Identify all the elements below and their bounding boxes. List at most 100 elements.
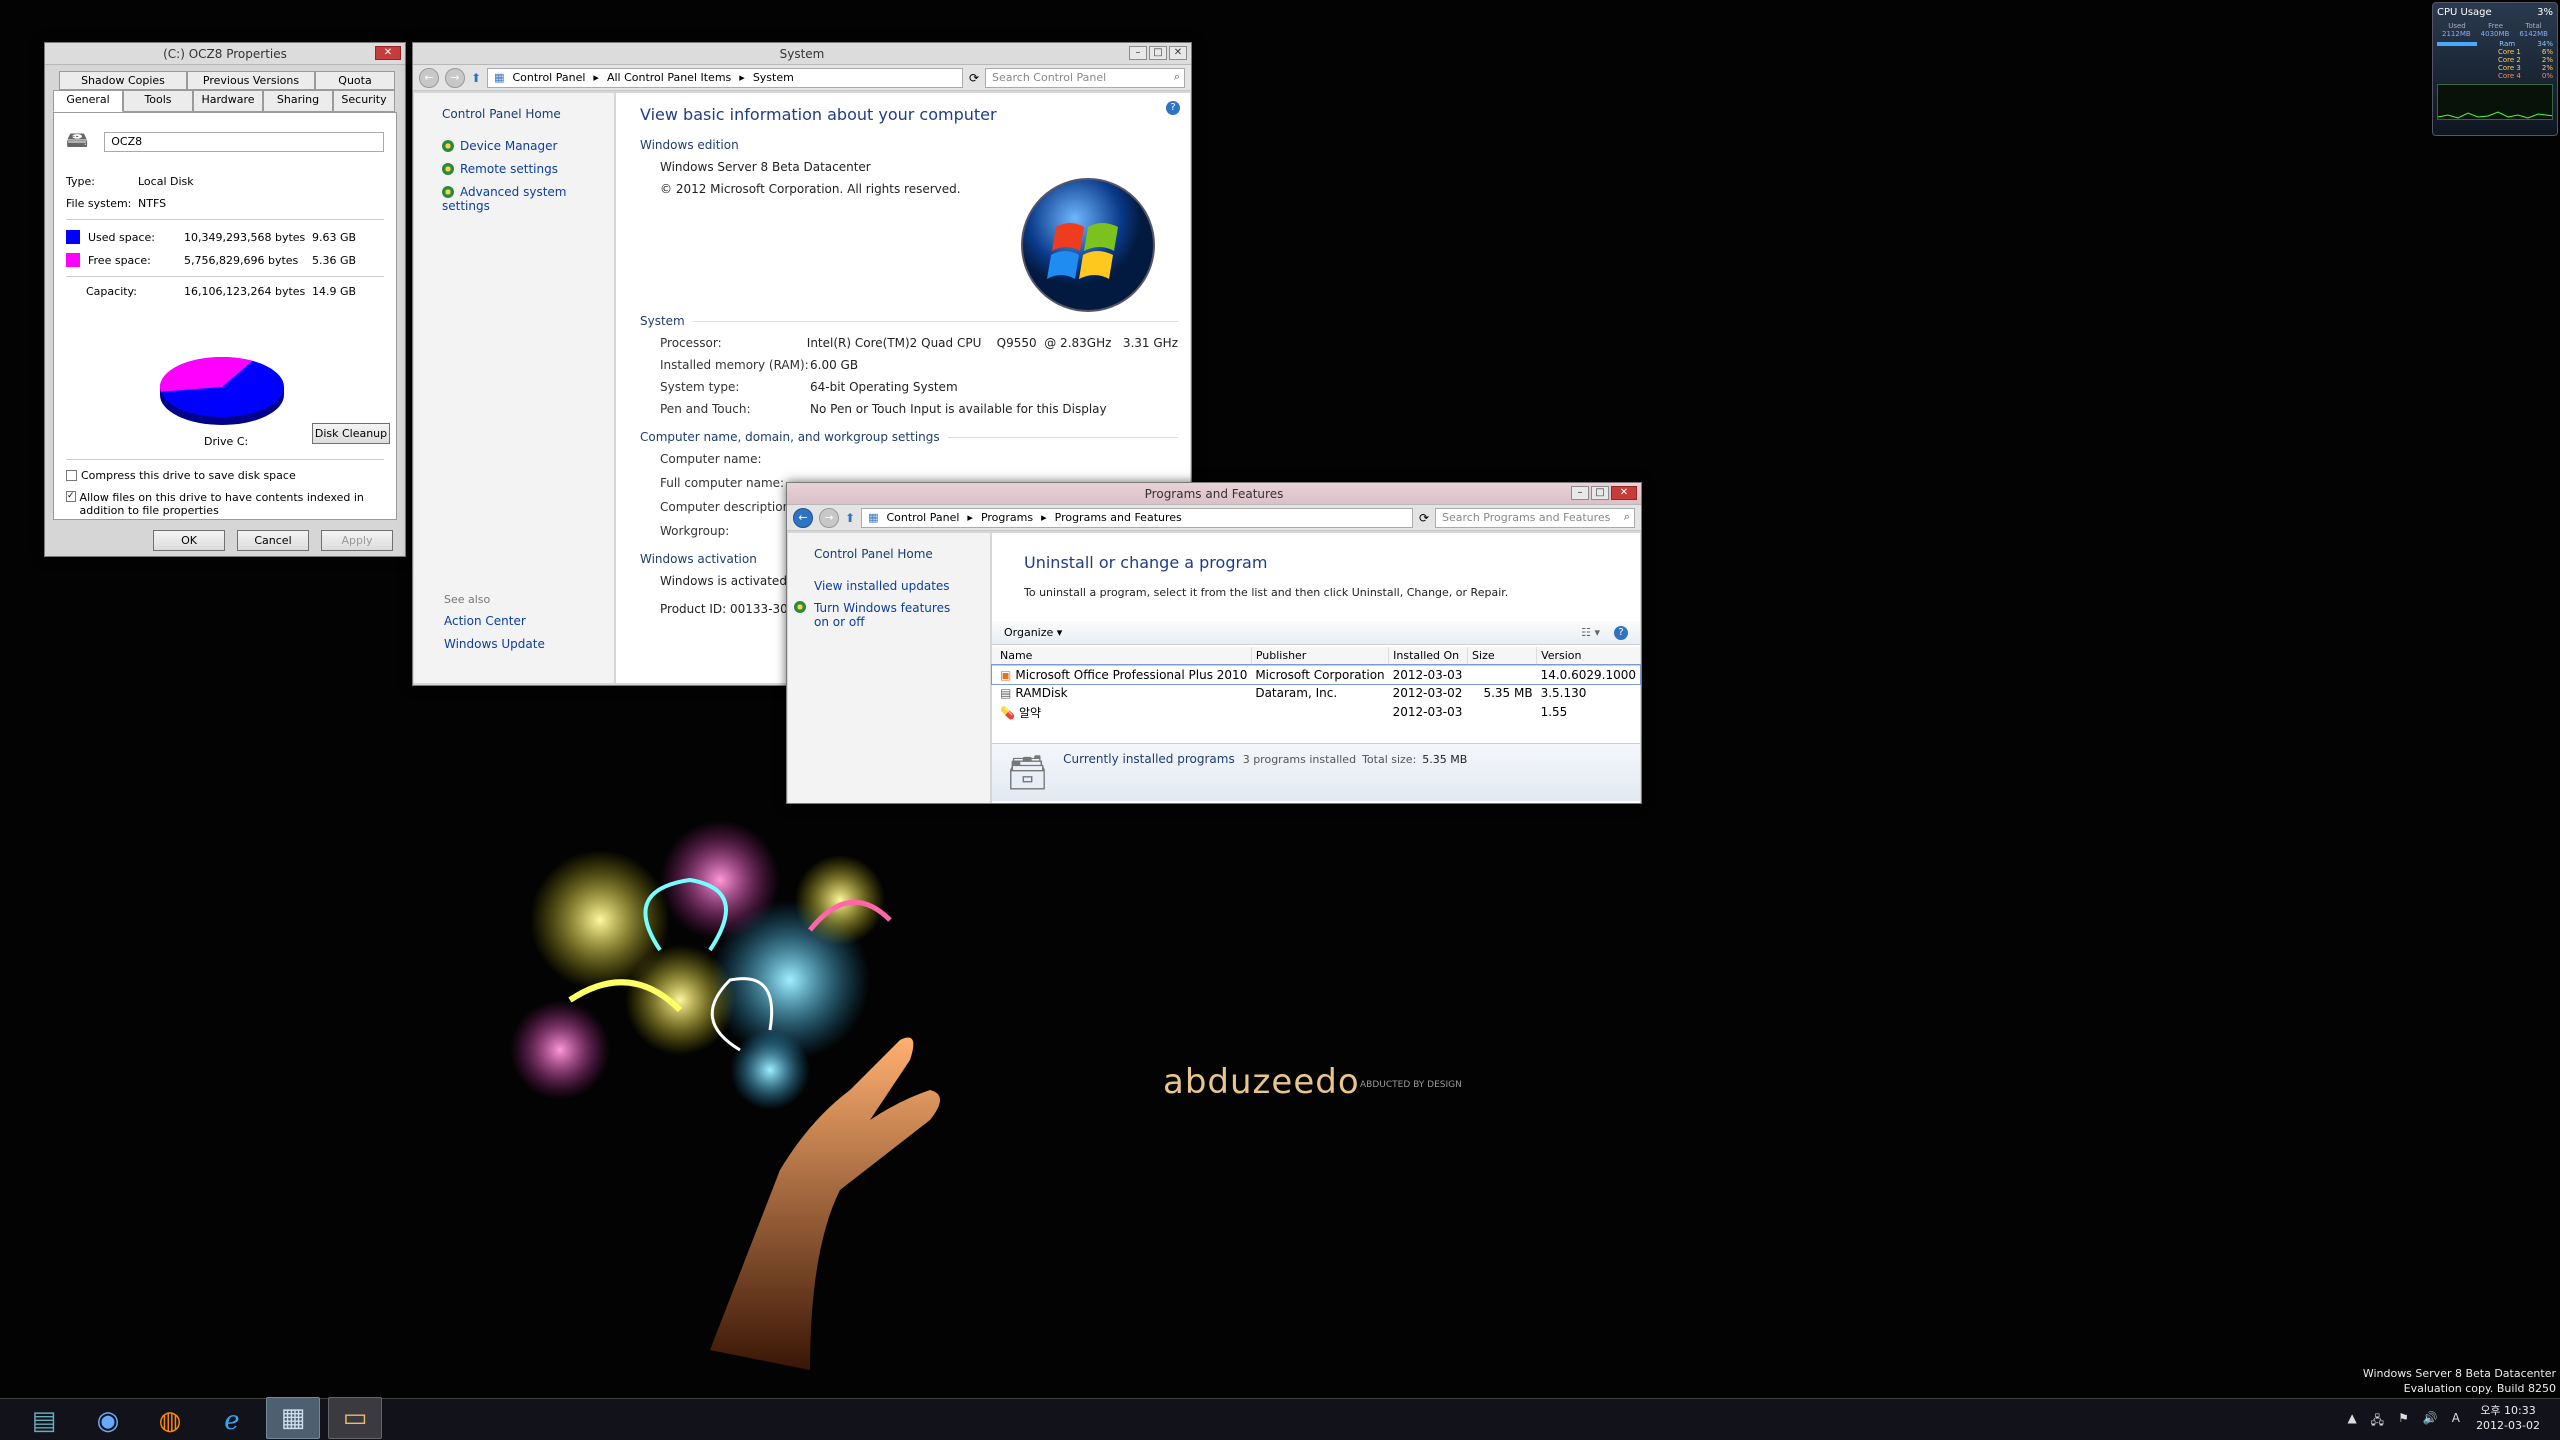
- minimize-button[interactable]: –: [1129, 46, 1147, 60]
- disk-usage-pie: [160, 357, 284, 425]
- programs-features-window[interactable]: Programs and Features – □ ✕ ← → ⬆ ▦ Contro…: [786, 482, 1642, 804]
- windows-update-link[interactable]: Windows Update: [444, 637, 545, 651]
- table-row[interactable]: ▤ RAMDisk Dataram, Inc. 2012-03-02 5.35 MB 3…: [992, 684, 1640, 702]
- back-button[interactable]: ←: [419, 67, 439, 88]
- globe-icon[interactable]: ◉: [82, 1399, 134, 1440]
- fs-label: File system:: [66, 197, 132, 210]
- apply-button[interactable]: Apply: [321, 530, 393, 551]
- tab-security[interactable]: Security: [333, 90, 395, 112]
- system-tray: ▲ 🖧 ⚑ 🔊 A: [2347, 1411, 2460, 1432]
- help-icon[interactable]: ?: [1166, 101, 1180, 115]
- tab-sharing[interactable]: Sharing: [263, 90, 333, 112]
- maximize-button[interactable]: □: [1591, 486, 1609, 500]
- tab-previous-versions[interactable]: Previous Versions: [187, 71, 315, 90]
- network-icon[interactable]: 🖧: [2371, 1411, 2384, 1432]
- taskbar: ▤ ◉ ◍ ℯ ▦ ▭ ▲ 🖧 ⚑ 🔊 A 오후 10:33 2012-03-0…: [0, 1397, 2560, 1440]
- tab-shadow-copies[interactable]: Shadow Copies: [59, 71, 187, 90]
- crumb-all-items[interactable]: All Control Panel Items: [607, 71, 731, 84]
- server-manager-icon[interactable]: ▤: [18, 1399, 70, 1440]
- disk-cleanup-button[interactable]: Disk Cleanup: [312, 423, 390, 444]
- close-button[interactable]: ✕: [375, 46, 401, 60]
- system-search-input[interactable]: Search Control Panel ⌕: [985, 67, 1185, 88]
- firefox-icon[interactable]: ◍: [144, 1399, 196, 1440]
- table-row[interactable]: ▣ Microsoft Office Professional Plus 2010…: [991, 664, 1641, 685]
- drive-icon: 🖴: [66, 128, 89, 153]
- index-checkbox[interactable]: ✓: [66, 491, 76, 502]
- organize-menu[interactable]: Organize ▾: [1004, 626, 1062, 639]
- remote-settings-link[interactable]: Remote settings: [442, 162, 586, 176]
- flag-icon[interactable]: ⚑: [2398, 1411, 2409, 1432]
- action-center-link[interactable]: Action Center: [444, 614, 545, 628]
- windows-features-link[interactable]: Turn Windows features on or off: [794, 601, 964, 629]
- back-button[interactable]: ←: [793, 507, 813, 528]
- forward-button[interactable]: →: [819, 507, 839, 528]
- control-panel-home-link[interactable]: Control Panel Home: [814, 547, 964, 561]
- device-manager-link[interactable]: Device Manager: [442, 139, 586, 153]
- page-title: View basic information about your comput…: [640, 105, 997, 124]
- minimize-button[interactable]: –: [1571, 486, 1589, 500]
- clock[interactable]: 오후 10:33 2012-03-02: [2476, 1403, 2540, 1433]
- drive-name-input[interactable]: OCZ8: [104, 132, 384, 152]
- ime-indicator[interactable]: A: [2452, 1411, 2460, 1432]
- tab-hardware[interactable]: Hardware: [193, 90, 263, 112]
- capacity-label: Capacity:: [86, 285, 137, 298]
- cpu-usage-gadget[interactable]: CPU Usage 3% Used Free Total 2112MB 4030MB 61…: [2432, 2, 2558, 136]
- breadcrumb[interactable]: ▦ Control Panel ▸ Programs ▸ Programs and …: [861, 507, 1413, 528]
- breadcrumb[interactable]: ▦ Control Panel ▸ All Control Panel Items…: [487, 67, 963, 88]
- windows-logo-icon: [1021, 178, 1155, 312]
- programs-address-bar: ← → ⬆ ▦ Control Panel ▸ Programs ▸ Program…: [787, 505, 1641, 531]
- advanced-settings-link[interactable]: Advanced system settings: [442, 185, 586, 213]
- up-arrow-icon[interactable]: ⬆: [845, 511, 855, 525]
- programs-title: Programs and Features: [1144, 487, 1284, 501]
- volume-icon[interactable]: 🔊: [2423, 1411, 2438, 1432]
- control-panel-home-link[interactable]: Control Panel Home: [442, 107, 586, 121]
- page-description: To uninstall a program, select it from t…: [1024, 586, 1509, 599]
- view-options-icon[interactable]: ☷ ▾: [1581, 626, 1600, 639]
- col-publisher[interactable]: Publisher: [1251, 647, 1390, 665]
- control-panel-icon[interactable]: ▦: [266, 1397, 320, 1439]
- see-also-label: See also: [444, 593, 491, 606]
- close-button[interactable]: ✕: [1169, 46, 1187, 60]
- crumb-control-panel[interactable]: Control Panel: [512, 71, 585, 84]
- help-icon[interactable]: ?: [1614, 625, 1628, 640]
- pen-touch-value: No Pen or Touch Input is available for t…: [810, 402, 1107, 416]
- refresh-icon[interactable]: ⟳: [1419, 511, 1429, 525]
- tab-general[interactable]: General: [53, 90, 123, 112]
- compress-checkbox[interactable]: [66, 470, 77, 481]
- programs-titlebar[interactable]: Programs and Features – □ ✕: [787, 483, 1641, 505]
- col-name[interactable]: Name: [992, 647, 1252, 665]
- col-installed-on[interactable]: Installed On: [1388, 647, 1469, 665]
- internet-explorer-icon[interactable]: ℯ: [206, 1399, 258, 1440]
- tab-tools[interactable]: Tools: [123, 90, 193, 112]
- cancel-button[interactable]: Cancel: [237, 530, 309, 551]
- forward-button[interactable]: →: [445, 67, 465, 88]
- crumb-programs-features[interactable]: Programs and Features: [1055, 511, 1182, 524]
- view-installed-updates-link[interactable]: View installed updates: [814, 579, 964, 593]
- col-size[interactable]: Size: [1467, 647, 1538, 665]
- file-explorer-icon[interactable]: ▭: [328, 1397, 382, 1439]
- free-swatch: [66, 253, 80, 267]
- compress-option[interactable]: Compress this drive to save disk space: [66, 469, 296, 482]
- crumb-system[interactable]: System: [753, 71, 794, 84]
- table-row[interactable]: 💊 알약 2012-03-03 1.55: [992, 702, 1640, 723]
- programs-search-input[interactable]: Search Programs and Features ⌕: [1435, 507, 1635, 528]
- crumb-programs[interactable]: Programs: [981, 511, 1033, 524]
- ok-button[interactable]: OK: [153, 530, 225, 551]
- free-gb: 5.36 GB: [312, 253, 357, 267]
- index-option[interactable]: ✓ Allow files on this drive to have conte…: [66, 491, 386, 517]
- refresh-icon[interactable]: ⟳: [969, 71, 979, 85]
- system-titlebar[interactable]: System – □ ✕: [413, 43, 1191, 65]
- tab-quota[interactable]: Quota: [315, 71, 395, 90]
- crumb-control-panel[interactable]: Control Panel: [886, 511, 959, 524]
- properties-titlebar[interactable]: (C:) OCZ8 Properties ✕: [45, 43, 405, 65]
- tray-expand-icon[interactable]: ▲: [2347, 1411, 2356, 1432]
- total-header: Total: [2525, 22, 2542, 30]
- drive-properties-window[interactable]: (C:) OCZ8 Properties ✕ Shadow Copies Pre…: [44, 42, 406, 557]
- close-button[interactable]: ✕: [1611, 486, 1637, 500]
- col-version[interactable]: Version: [1537, 647, 1640, 665]
- up-arrow-icon[interactable]: ⬆: [471, 71, 481, 85]
- maximize-button[interactable]: □: [1149, 46, 1167, 60]
- ram-bar: [2437, 42, 2477, 46]
- control-panel-icon: ▦: [868, 511, 879, 524]
- pen-touch-label: Pen and Touch:: [660, 402, 751, 416]
